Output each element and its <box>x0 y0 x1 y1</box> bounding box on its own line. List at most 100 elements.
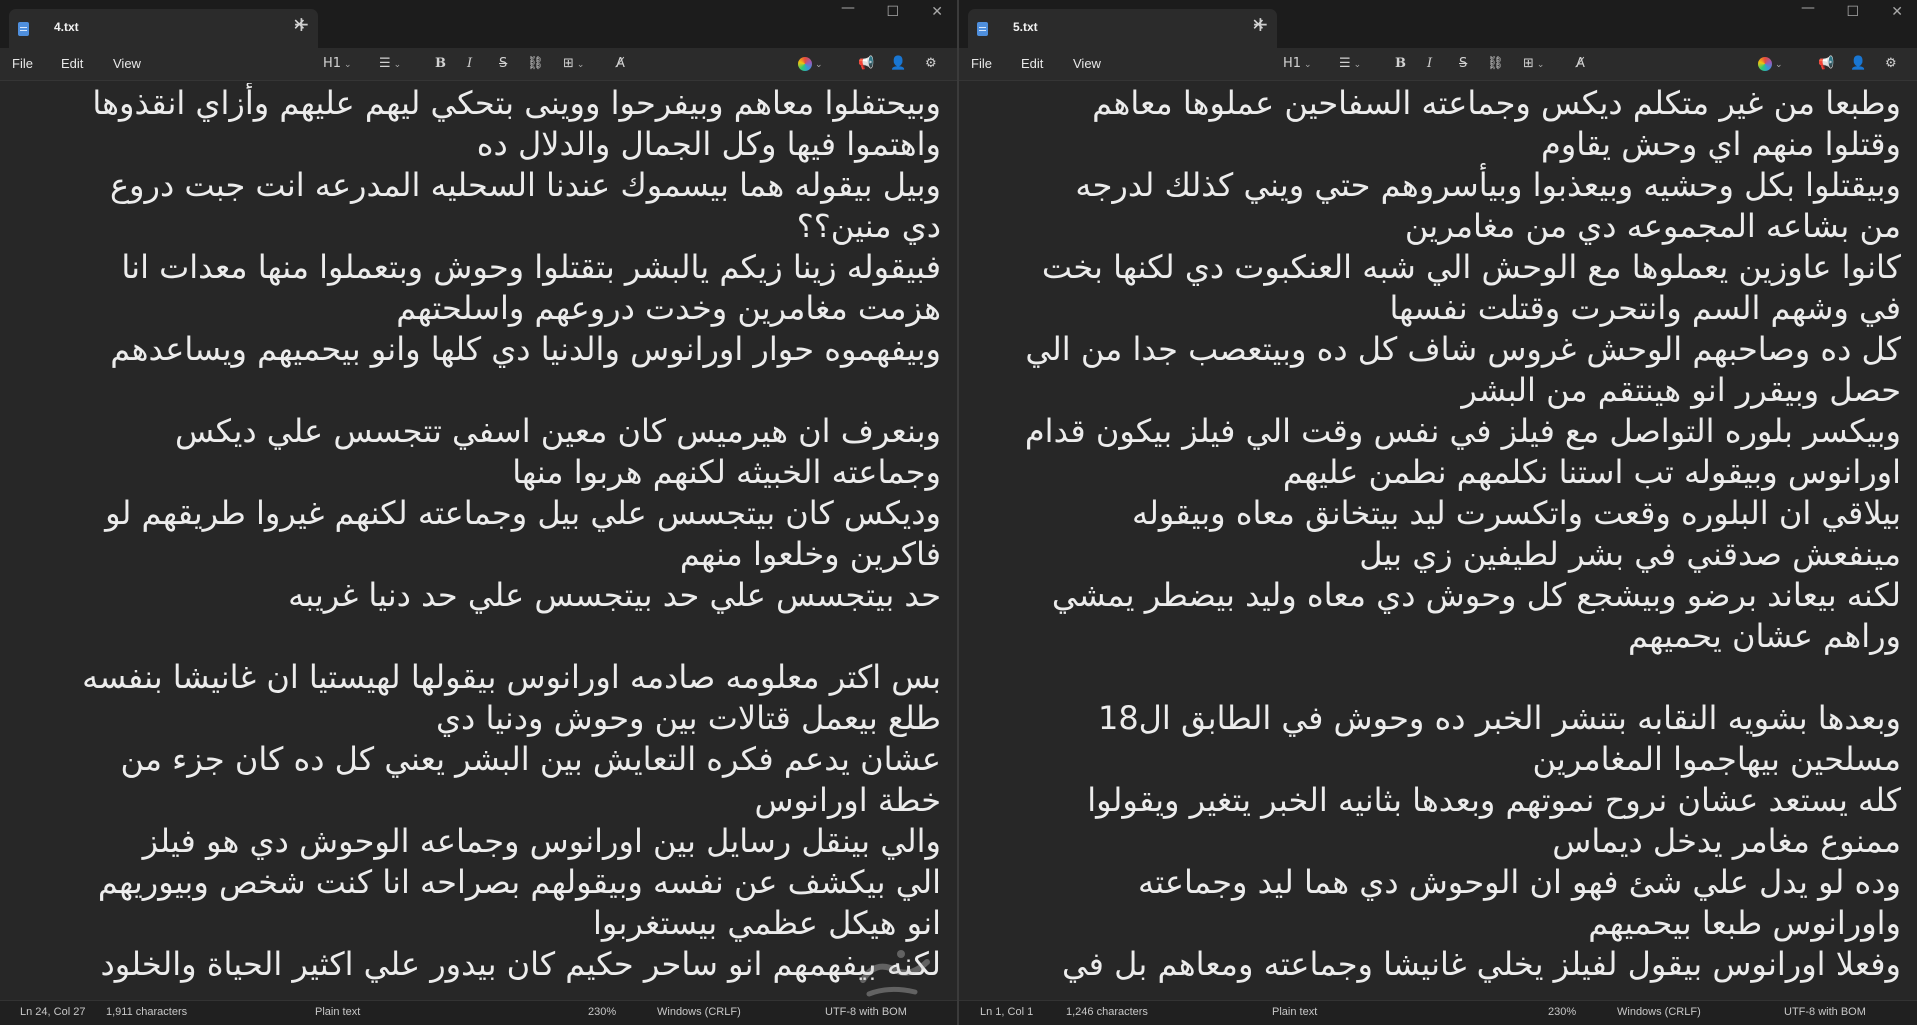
list-icon: ☰ <box>1339 56 1351 71</box>
character-count: 1,246 characters <box>1066 1006 1148 1018</box>
line-ending[interactable]: Windows (CRLF) <box>657 1006 741 1018</box>
text-line: وطبعا من غير متكلم ديكس وجماعته السفاحين… <box>1092 84 1901 122</box>
tab-title: 4.txt <box>54 20 79 34</box>
table-dropdown[interactable]: ⊞ ⌄ <box>1523 54 1544 74</box>
italic-button[interactable]: I <box>467 54 472 74</box>
text-line <box>973 657 1901 698</box>
maximize-button[interactable]: ☐ <box>886 4 899 20</box>
text-line: في وشهم السم وانتحرت وقتلت نفسها <box>1389 289 1901 327</box>
text-line: وبيكسر بلوره التواصل مع فيلز في نفس وقت … <box>1024 412 1901 450</box>
encoding[interactable]: UTF-8 with BOM <box>1784 1006 1866 1018</box>
menu-view[interactable]: View <box>113 56 141 71</box>
text-line: كل ده وصاحبهم الوحش غروس شاف كل ده وبيتع… <box>1025 330 1901 368</box>
text-line: عشان يدعم فكره التعايش بين البشر يعني كل… <box>120 740 942 778</box>
text-line: وقتلوا منهم اي وحش يقاوم <box>1540 125 1901 163</box>
minimize-button[interactable]: — <box>1801 0 1815 16</box>
zoom-level[interactable]: 230% <box>1548 1006 1576 1018</box>
text-line <box>14 370 941 411</box>
text-line: وراهم عشان يحميهم <box>1628 617 1901 655</box>
bold-button[interactable]: B <box>1395 54 1406 74</box>
text-line: بس اكتر معلومه صادمه اورانوس بيقولها لهي… <box>82 658 941 696</box>
text-line: كانوا عاوزين يعملوها مع الوحش الي شبه ال… <box>1041 248 1901 286</box>
announcement-icon[interactable]: 📢 <box>858 54 874 74</box>
zoom-level[interactable]: 230% <box>588 1006 616 1018</box>
italic-button[interactable]: I <box>1427 54 1432 74</box>
text-line: وفعلا اورانوس بيقول لفيلز يخلي غانيشا وج… <box>1061 945 1901 983</box>
text-line: وده لو يدل علي شئ فهو ان الوحوش دي هما ل… <box>1138 863 1901 901</box>
text-format[interactable]: Plain text <box>1272 1006 1317 1018</box>
status-bar: Ln 24, Col 27 1,911 characters Plain tex… <box>0 1000 957 1025</box>
table-dropdown[interactable]: ⊞ ⌄ <box>563 54 584 74</box>
tab-5-txt[interactable]: 5.txt ✕ <box>968 9 1277 48</box>
notepad-window-right: 5.txt ✕ + — ☐ ✕ File Edit View H1 ⌄ ☰ ⌄ B … <box>959 0 1917 1025</box>
text-line: واهتموا فيها وكل الجمال والدلال ده <box>476 125 941 163</box>
maximize-button[interactable]: ☐ <box>1846 4 1859 20</box>
table-icon: ⊞ <box>1523 56 1534 71</box>
heading-dropdown[interactable]: H1 ⌄ <box>1283 54 1312 74</box>
menu-edit[interactable]: Edit <box>1021 56 1043 71</box>
text-line: والي بينقل رسايل بين اورانوس وجماعه الوح… <box>142 822 941 860</box>
copilot-dropdown[interactable]: ⌄ <box>1758 54 1783 74</box>
notepad-window-left: 4.txt ✕ + — ☐ ✕ File Edit View H1 ⌄ ☰ ⌄ B … <box>0 0 957 1025</box>
text-line: مسلحين بيهاجموا المغامرين <box>1532 740 1901 778</box>
announcement-icon[interactable]: 📢 <box>1818 54 1834 74</box>
menu-view[interactable]: View <box>1073 56 1101 71</box>
copilot-icon <box>798 56 812 71</box>
list-dropdown[interactable]: ☰ ⌄ <box>379 54 401 74</box>
add-tab-button[interactable]: + <box>293 12 310 36</box>
clear-formatting-icon[interactable]: A̸ <box>1576 54 1585 74</box>
text-format[interactable]: Plain text <box>315 1006 360 1018</box>
encoding[interactable]: UTF-8 with BOM <box>825 1006 907 1018</box>
menu-edit[interactable]: Edit <box>61 56 83 71</box>
text-line: حد بيتجسس علي حد بيتجسس علي حد دنيا غريب… <box>288 576 941 614</box>
text-line: وبنعرف ان هيرميس كان معين اسفي تتجسس علي… <box>174 412 941 450</box>
text-line: من بشاعه المجموعه دي من مغامرين <box>1404 207 1901 245</box>
tab-4-txt[interactable]: 4.txt ✕ <box>9 9 318 48</box>
menu-bar: File Edit View H1 ⌄ ☰ ⌄ B I S ⛓ ⊞ ⌄ A̸ ⌄ 📢 … <box>959 48 1917 81</box>
close-window-button[interactable]: ✕ <box>931 4 943 20</box>
status-bar: Ln 1, Col 1 1,246 characters Plain text … <box>959 1000 1917 1025</box>
text-line: وجماعته الخبيثه لكنهم هربوا منها <box>512 453 941 491</box>
chevron-down-icon: ⌄ <box>393 60 402 70</box>
strikethrough-button[interactable]: S <box>499 54 507 74</box>
text-line: انو هيكل عظمي بيستغربوا <box>593 904 941 942</box>
tab-title: 5.txt <box>1013 20 1038 34</box>
heading-dropdown[interactable]: H1 ⌄ <box>323 54 352 74</box>
bold-button[interactable]: B <box>435 54 446 74</box>
text-editor[interactable]: وبيحتفلوا معاهم وبيفرحوا ووينى بتحكي ليه… <box>0 83 957 1001</box>
gear-icon[interactable]: ⚙ <box>925 54 937 74</box>
line-ending[interactable]: Windows (CRLF) <box>1617 1006 1701 1018</box>
text-line: هزمت مغامرين وخدت دروعهم واسلحتهم <box>396 289 941 327</box>
profile-icon[interactable]: 👤 <box>1850 54 1866 74</box>
text-line: وبيحتفلوا معاهم وبيفرحوا ووينى بتحكي ليه… <box>92 84 941 122</box>
title-bar: 4.txt ✕ + — ☐ ✕ <box>0 0 957 48</box>
table-icon: ⊞ <box>563 56 574 71</box>
heading-label: H1 <box>323 56 342 71</box>
text-line: وبعدها بشويه النقابه بتنشر الخبر ده وحوش… <box>1097 699 1901 737</box>
add-tab-button[interactable]: + <box>1252 12 1269 36</box>
copilot-dropdown[interactable]: ⌄ <box>798 54 823 74</box>
text-line: خطة اورانوس <box>754 781 941 819</box>
chevron-down-icon: ⌄ <box>1353 60 1362 70</box>
copilot-icon <box>1758 56 1772 71</box>
text-editor[interactable]: وطبعا من غير متكلم ديكس وجماعته السفاحين… <box>959 83 1917 1001</box>
chevron-down-icon: ⌄ <box>576 60 585 70</box>
chevron-down-icon: ⌄ <box>1775 60 1783 70</box>
text-line: مينفعش صدقني في بشر لطيفين زي بيل <box>1359 535 1901 573</box>
minimize-button[interactable]: — <box>841 0 855 16</box>
text-line: وبيقتلوا بكل وحشيه وبيعذبوا وبيأسروهم حت… <box>1075 166 1901 204</box>
text-line: اورانوس وبيقوله تب استنا نكلمهم نطمن علي… <box>1282 453 1901 491</box>
strikethrough-button[interactable]: S <box>1459 54 1467 74</box>
cursor-position: Ln 1, Col 1 <box>980 1006 1034 1018</box>
character-count: 1,911 characters <box>106 1006 188 1018</box>
chevron-down-icon: ⌄ <box>1304 60 1312 70</box>
list-dropdown[interactable]: ☰ ⌄ <box>1339 54 1361 74</box>
link-icon[interactable]: ⛓ <box>1487 54 1504 74</box>
menu-file[interactable]: File <box>971 56 992 71</box>
close-window-button[interactable]: ✕ <box>1891 4 1903 20</box>
menu-file[interactable]: File <box>12 56 33 71</box>
profile-icon[interactable]: 👤 <box>890 54 906 74</box>
link-icon[interactable]: ⛓ <box>527 54 544 74</box>
gear-icon[interactable]: ⚙ <box>1885 54 1897 74</box>
clear-formatting-icon[interactable]: A̸ <box>616 54 625 74</box>
